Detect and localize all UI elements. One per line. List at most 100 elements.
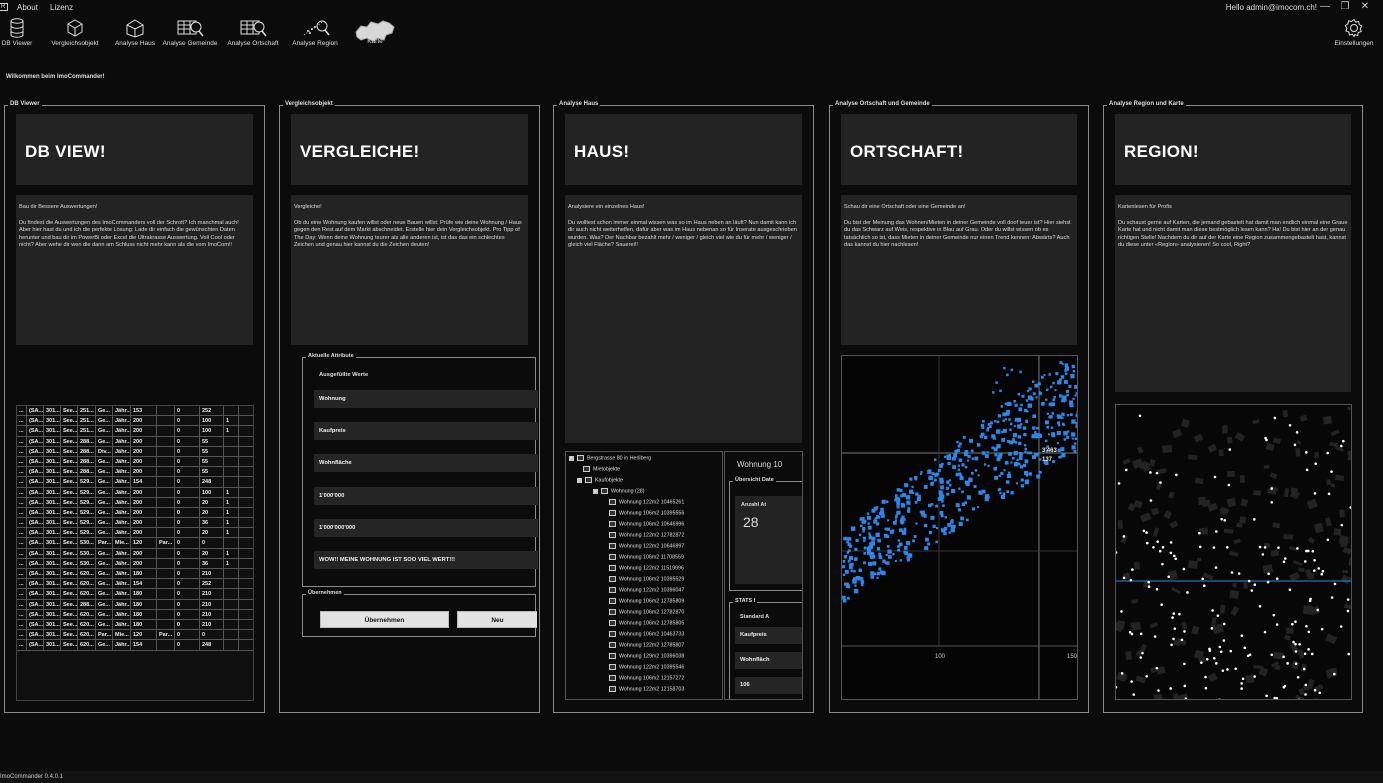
table-cell: See... (63, 487, 78, 498)
tree-item[interactable]: Wohnung 122m2 10646997 (609, 543, 684, 549)
table-cell: ... (17, 436, 27, 447)
tree-item[interactable]: Wohnung 122m2 12785807 (609, 642, 684, 648)
table-cell: ... (17, 579, 27, 590)
table-row[interactable]: ... (SA... 301... See... 529... Ge... Jähr... 2… (17, 487, 253, 498)
table-cell: 55 (200, 456, 224, 467)
table-row[interactable]: ... (SA... 301... See... 288... Ge... Jähr... 1… (17, 599, 253, 610)
table-row[interactable]: ... (SA... 301... See... 530... Par... Mie... 1… (17, 538, 253, 549)
scatter-point (1070, 373, 1075, 379)
tree-item[interactable]: Wohnung 106m2 12157272 (609, 675, 684, 681)
tree-item[interactable]: Wohnung 122m2 12158703 (609, 686, 684, 692)
stats-field[interactable]: Wohnfläch (735, 652, 802, 669)
table-row[interactable]: ... (SA... 301... See... 620... Ge... Jähr... 1… (17, 609, 253, 620)
tree-item[interactable]: Wohnung 122m2 10465261 (609, 499, 684, 505)
menu-lizenz[interactable]: Lizenz (50, 3, 73, 12)
toolbar-analyse-region[interactable]: Analyse Region (290, 18, 340, 47)
scatter-point (958, 458, 963, 462)
tree-item[interactable]: Wohnung 122m2 12782872 (609, 532, 684, 538)
table-row[interactable]: ... (SA... 301... See... 530... Ge... Jähr... 2… (17, 548, 253, 559)
attribute-field[interactable]: Wohnung (314, 390, 538, 408)
close-icon[interactable]: ✕ (1355, 1, 1375, 12)
tree-item[interactable]: Wohnung 106m2 10395556 (609, 510, 684, 516)
toolbar-analyse-haus[interactable]: Analyse Haus (113, 18, 157, 47)
table-cell: 0 (175, 640, 200, 651)
table-row[interactable]: ... (SA... 301... See... 529... Ge... Jähr... 2… (17, 507, 253, 519)
table-row[interactable]: ... (SA... 301... See... 620... Ge... Jähr... 1… (17, 640, 253, 651)
stats-field[interactable]: 106 (735, 677, 802, 694)
table-row[interactable]: ... (SA... 301... See... 251... Ge... Jähr... 1… (17, 406, 253, 417)
table-row[interactable]: ... (SA... 301... See... 288... Ge... Jähr... 2… (17, 456, 253, 468)
table-row[interactable]: ... (SA... 301... See... 620... Ge... Jähr... 1… (17, 619, 253, 631)
toolbar-analyse-gemeinde[interactable]: Analyse Gemeinde (161, 18, 219, 47)
table-row[interactable]: ... (SA... 301... See... 288... Ge... Jähr... 2… (17, 436, 253, 447)
scatter-point (967, 454, 971, 459)
menu-about[interactable]: About (17, 3, 38, 12)
tree-item[interactable]: Wohnung 106m2 12785809 (609, 598, 684, 604)
table-row[interactable]: ... (SA... 301... See... 529... Ge... Jähr... 2… (17, 518, 253, 529)
tree-item[interactable]: Wohnung 106m2 10463733 (609, 631, 684, 637)
table-cell (157, 528, 175, 539)
table-row[interactable]: ... (SA... 301... See... 529... Ge... Jähr... 2… (17, 497, 253, 508)
tree-item[interactable]: Wohnung 106m2 10395529 (609, 576, 684, 582)
attribute-field[interactable]: WOW!! MEINE WOHNUNG IST SOO VIEL WERT!!! (314, 551, 538, 569)
attribute-field[interactable]: Wohnfläche (314, 454, 538, 472)
attribute-field[interactable]: Kaufpreis (314, 422, 538, 440)
scatter-point (859, 576, 864, 581)
table-row[interactable]: ... (SA... 301... See... 288... Div... Jähr...… (17, 446, 253, 457)
table-row[interactable]: ... (SA... 301... See... 530... Ge... Jähr... 2… (17, 558, 253, 569)
attribute-field[interactable]: 1'000'000'000 (314, 519, 538, 537)
table-row[interactable]: ... (SA... 301... See... 620... Ge... Jähr... 1… (17, 569, 253, 580)
banner[interactable]: VERGLEICHE! (291, 114, 528, 185)
attribute-field[interactable]: 1'000'000 (314, 487, 538, 505)
banner[interactable]: REGION! (1115, 114, 1351, 185)
scatter-point (914, 501, 918, 504)
tree-miet[interactable]: Mietobjekte (583, 466, 620, 472)
settings-button[interactable]: Einstellungen (1334, 18, 1374, 47)
map-point (1155, 666, 1159, 670)
table-row[interactable]: ... (SA... 301... See... 251... Ge... Jähr... 2… (17, 426, 253, 437)
table-cell: 529... (78, 518, 96, 529)
table-cell: ... (17, 599, 27, 610)
table-row[interactable]: ... (SA... 301... See... 251... Ge... Jähr... 2… (17, 416, 253, 427)
toolbar-vergleichsobjekt[interactable]: Vergleichsobjekt (48, 18, 102, 47)
tree-item[interactable]: Wohnung 122m2 10395546 (609, 664, 684, 670)
restore-icon[interactable]: ❐ (1335, 1, 1355, 12)
scatter-point (1011, 456, 1015, 460)
region-map[interactable] (1115, 404, 1352, 700)
table-row[interactable]: ... (SA... 301... See... 529... Ge... Jähr... 1… (17, 477, 253, 488)
tree-wohnung[interactable]: Wohnung (28) (593, 488, 644, 494)
table-cell: 153 (131, 406, 157, 416)
scatter-point (1000, 471, 1004, 476)
table-row[interactable]: ... (SA... 301... See... 529... Ge... Jähr... 2… (17, 528, 253, 539)
tree-root[interactable]: Bergstrasse 80 in Herliberg (569, 455, 651, 461)
map-point (1349, 506, 1351, 509)
tree-item[interactable]: Wohnung 106m2 10646996 (609, 521, 684, 527)
tree-item[interactable]: Wohnung 106m2 11708559 (609, 554, 684, 560)
tree-kauf[interactable]: Kaufobjekte (577, 477, 623, 483)
toolbar-db-viewer[interactable]: DB Viewer (0, 18, 34, 47)
tree-item[interactable]: Wohnung 106m2 12785805 (609, 620, 684, 626)
scatter-plot[interactable]: 3'463 137 100 150 (841, 355, 1078, 700)
banner[interactable]: DB VIEW! (16, 114, 253, 185)
map-point (1351, 512, 1352, 515)
new-button[interactable]: Neu (457, 611, 537, 628)
tree-item[interactable]: Wohnung 129m2 10396038 (609, 653, 684, 659)
scatter-point (842, 565, 846, 569)
minimize-icon[interactable]: — (1315, 1, 1335, 12)
tree-item[interactable]: Wohnung 106m2 12782870 (609, 609, 684, 615)
table-row[interactable]: ... (SA... 301... See... 620... Ge... Jähr... 1… (17, 589, 253, 600)
table-row[interactable]: ... (SA... 301... See... 620... Ge... Jähr... 1… (17, 579, 253, 590)
banner[interactable]: HAUS! (565, 114, 802, 185)
map-point (1147, 585, 1151, 589)
toolbar-analyse-ortschaft[interactable]: Analyse Ortschaft (225, 18, 281, 47)
apply-button[interactable]: Übernehmen (320, 611, 449, 628)
tree-item[interactable]: Wohnung 122m2 10396047 (609, 587, 684, 593)
toolbar-karte[interactable]: Karte (352, 18, 398, 45)
table-row[interactable]: ... (SA... 301... See... 620... Par... Mie... 1… (17, 630, 253, 641)
stats-field[interactable]: Kaufpreis (735, 627, 802, 644)
table-row[interactable]: ... (SA... 301... See... 288... Ge... Jähr... 2… (17, 467, 253, 478)
tree-item[interactable]: Wohnung 122m2 11519996 (609, 565, 684, 571)
banner[interactable]: ORTSCHAFT! (841, 114, 1077, 185)
data-grid[interactable]: ... (SA... 301... See... 251... Ge... Jähr... 1… (16, 405, 254, 701)
object-tree[interactable]: Bergstrasse 80 in Herliberg Mietobjekte … (565, 451, 723, 700)
